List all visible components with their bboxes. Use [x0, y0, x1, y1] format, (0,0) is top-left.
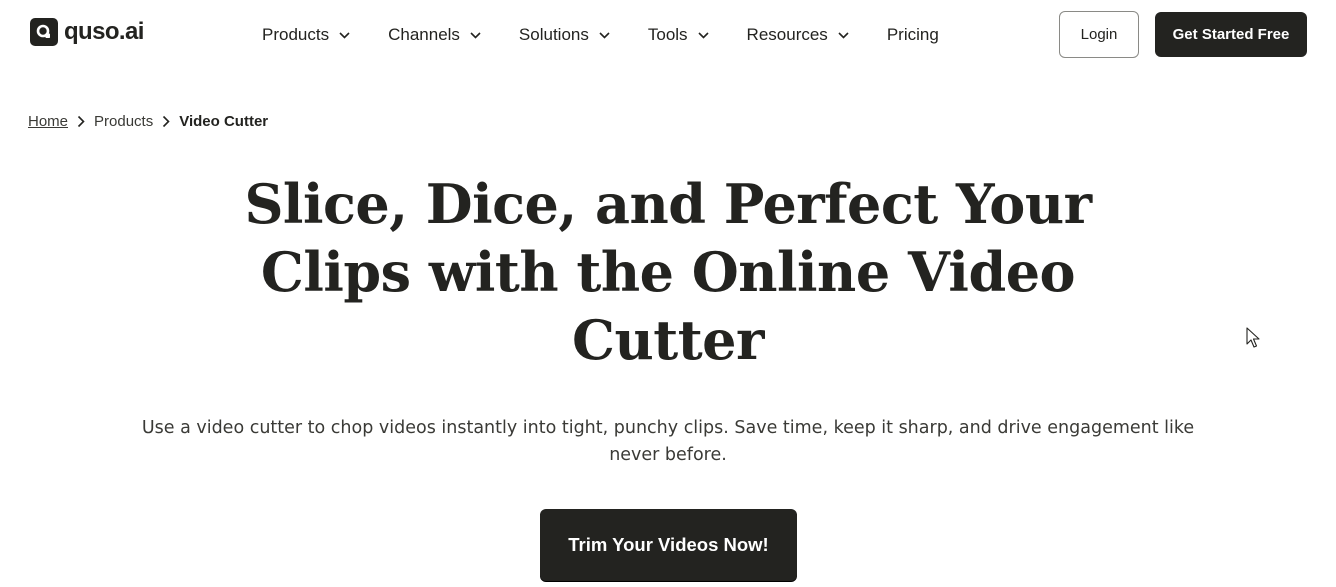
trim-videos-button[interactable]: Trim Your Videos Now! — [540, 509, 797, 581]
chevron-down-icon — [599, 31, 610, 39]
quso-logo-icon — [30, 18, 58, 46]
logo-text: quso.ai — [64, 18, 144, 45]
nav-item-label: Solutions — [518, 25, 589, 44]
breadcrumb-products-link[interactable]: Products — [94, 113, 153, 130]
chevron-down-icon — [339, 31, 350, 39]
nav-item-label: Pricing — [886, 25, 939, 44]
login-button[interactable]: Login — [1059, 11, 1139, 58]
main-nav: Products Channels Solutions Tools Resour… — [262, 22, 939, 48]
chevron-right-icon — [77, 115, 85, 128]
chevron-down-icon — [838, 31, 849, 39]
nav-item-products[interactable]: Products — [262, 25, 350, 45]
hero-subtitle: Use a video cutter to chop videos instan… — [141, 418, 1195, 465]
chevron-down-icon — [697, 31, 709, 39]
get-started-button[interactable]: Get Started Free — [1155, 12, 1307, 57]
nav-item-label: Tools — [647, 25, 688, 44]
nav-item-label: Channels — [388, 25, 460, 44]
nav-item-resources[interactable]: Resources — [747, 25, 849, 45]
nav-item-label: Products — [262, 25, 330, 44]
nav-item-pricing[interactable]: Pricing — [887, 25, 939, 45]
nav-item-channels[interactable]: Channels — [388, 25, 481, 45]
breadcrumb-current: Video Cutter — [179, 112, 269, 130]
nav-item-tools[interactable]: Tools — [648, 25, 709, 45]
chevron-right-icon — [162, 115, 170, 128]
page-title: Slice, Dice, and Perfect Your Clips with… — [244, 172, 1092, 372]
breadcrumb: Home Products Video Cutter — [28, 111, 268, 131]
logo-link[interactable]: quso.ai — [30, 18, 144, 46]
nav-item-solutions[interactable]: Solutions — [519, 25, 610, 45]
chevron-down-icon — [470, 31, 481, 39]
nav-item-label: Resources — [746, 25, 828, 44]
site-header: quso.ai Products Channels Solutions Tool… — [0, 0, 1336, 70]
breadcrumb-home-link[interactable]: Home — [28, 113, 68, 130]
mouse-pointer-icon — [1246, 327, 1260, 349]
